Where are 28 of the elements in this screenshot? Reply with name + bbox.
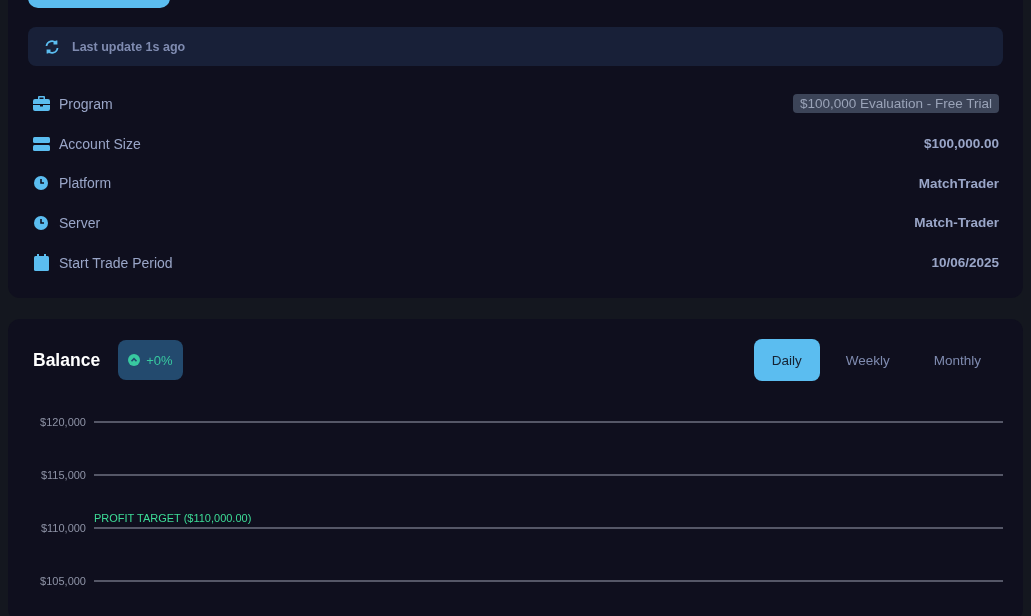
detail-label: Start Trade Period: [59, 254, 174, 271]
profit-target-label: PROFIT TARGET ($110,000.00): [94, 512, 252, 525]
detail-label: Server: [59, 214, 102, 231]
server-icon: [32, 136, 50, 151]
detail-value: 10/06/2025: [931, 255, 999, 271]
calendar-icon: [33, 254, 49, 272]
detail-label: Platform: [59, 175, 113, 192]
clock-icon: [34, 215, 48, 230]
refresh-icon[interactable]: [44, 38, 60, 55]
detail-label: Program: [59, 95, 114, 112]
detail-label: Account Size: [59, 135, 142, 152]
period-tab[interactable]: Monthly: [915, 339, 999, 382]
balance-title: Balance: [33, 349, 101, 371]
briefcase-icon: [32, 96, 50, 112]
period-tab[interactable]: Daily: [753, 339, 820, 382]
last-update-text: Last update 1s ago: [72, 39, 186, 54]
detail-value: $100,000.00: [923, 136, 999, 152]
chevron-up-icon: [128, 354, 141, 367]
change-badge: +0%: [118, 340, 183, 381]
axis-tick-label: $110,000: [40, 522, 86, 535]
axis-tick-label: $115,000: [40, 469, 86, 482]
clock-icon: [34, 176, 48, 191]
axis-tick-label: $120,000: [40, 416, 86, 429]
detail-value: Match-Trader: [914, 215, 999, 231]
program-badge: $100,000 Evaluation - Free Trial: [792, 94, 999, 114]
axis-tick-label: $105,000: [40, 575, 86, 588]
period-tab[interactable]: Weekly: [827, 339, 908, 382]
detail-value: MatchTrader: [918, 175, 999, 191]
